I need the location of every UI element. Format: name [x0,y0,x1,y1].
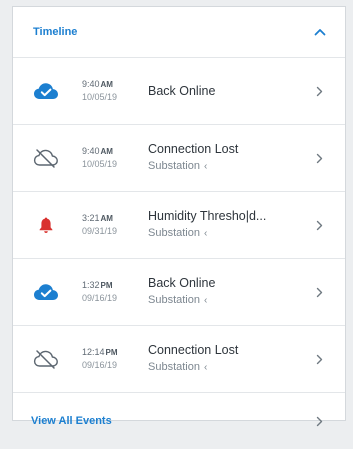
event-time: 9:40 [82,146,100,156]
event-info: Back Online Substation ‹ [148,275,307,309]
event-location[interactable]: Substation ‹ [148,359,307,376]
event-timestamp: 9:40AM 10/05/19 [82,78,148,104]
event-ampm: AM [100,147,113,156]
event-title: Humidity Thresho|d... [148,209,267,223]
event-location[interactable]: Substation ‹ [148,225,307,242]
timeline-event-row[interactable]: 9:40AM 10/05/19 Connection Lost Substati… [13,125,345,192]
event-ampm: PM [105,348,118,357]
chevron-right-icon[interactable] [307,86,331,97]
cloud-check-icon [31,283,61,301]
event-ampm: AM [100,214,113,223]
timeline-card: Timeline 9:40AM 10/05/19 Back Online 9:4… [12,6,346,427]
chevron-right-icon[interactable] [307,354,331,365]
timeline-event-row[interactable]: 12:14PM 09/16/19 Connection Lost Substat… [13,326,345,393]
chevron-left-icon: ‹ [203,295,208,306]
chevron-right-icon[interactable] [307,220,331,231]
event-date: 09/16/19 [82,293,118,303]
event-title: Back Online [148,276,216,290]
event-location[interactable]: Substation ‹ [148,158,307,175]
timeline-title: Timeline [33,26,78,38]
event-date: 10/05/19 [82,92,118,102]
event-location-label: Substation [148,361,200,373]
timeline-event-row[interactable]: 1:32PM 09/16/19 Back Online Substation ‹ [13,259,345,326]
chevron-up-icon[interactable] [311,23,329,41]
event-title: Connection Lost [148,142,239,156]
event-timestamp: 1:32PM 09/16/19 [82,279,148,305]
event-location[interactable]: Substation ‹ [148,292,307,309]
event-ampm: AM [100,80,113,89]
event-location-label: Substation [148,294,200,306]
event-location-label: Substation [148,160,200,172]
timeline-event-row[interactable]: 3:21AM 09/31/19 Humidity Thresho|d... Su… [13,192,345,259]
event-time: 12:14 [82,347,105,357]
timeline-event-row[interactable]: 9:40AM 10/05/19 Back Online [13,58,345,125]
event-info: Connection Lost Substation ‹ [148,342,307,376]
event-info: Back Online [148,83,307,100]
chevron-right-icon[interactable] [307,287,331,298]
event-location-label: Substation [148,227,200,239]
event-time: 3:21 [82,213,100,223]
event-date: 09/31/19 [82,226,118,236]
cloud-off-icon [31,148,61,168]
event-info: Humidity Thresho|d... Substation ‹ [148,208,307,242]
bell-icon [31,216,61,234]
view-all-events-label: View All Events [31,415,112,427]
event-timestamp: 3:21AM 09/31/19 [82,212,148,238]
chevron-right-icon[interactable] [307,416,331,427]
chevron-left-icon: ‹ [203,228,208,239]
chevron-left-icon: ‹ [203,362,208,373]
event-timestamp: 12:14PM 09/16/19 [82,346,148,372]
event-ampm: PM [100,281,113,290]
chevron-right-icon[interactable] [307,153,331,164]
cloud-off-icon [31,349,61,369]
event-title: Connection Lost [148,343,239,357]
event-title: Back Online [148,83,216,98]
event-info: Connection Lost Substation ‹ [148,141,307,175]
timeline-header[interactable]: Timeline [13,7,345,58]
event-time: 9:40 [82,79,100,89]
view-all-events-link[interactable]: View All Events [13,393,345,449]
chevron-left-icon: ‹ [203,161,208,172]
event-date: 10/05/19 [82,159,118,169]
event-date: 09/16/19 [82,360,118,370]
cloud-check-icon [31,82,61,100]
event-time: 1:32 [82,280,100,290]
event-timestamp: 9:40AM 10/05/19 [82,145,148,171]
